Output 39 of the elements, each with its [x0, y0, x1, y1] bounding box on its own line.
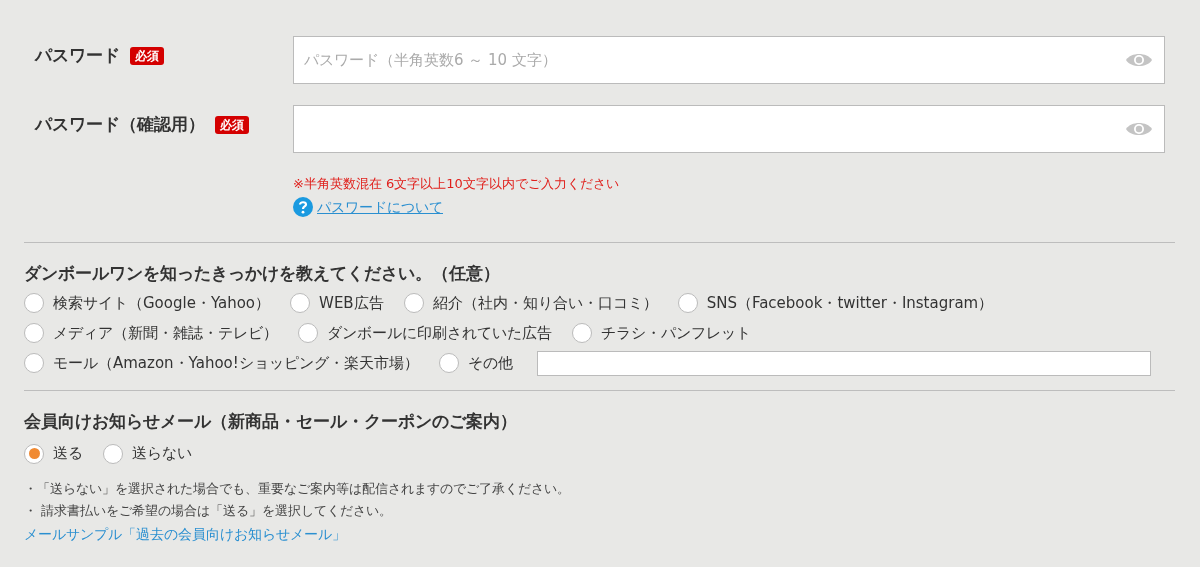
radio-button[interactable]	[103, 443, 123, 464]
field-label: パスワード（確認用）	[35, 112, 205, 136]
radio-label: ダンボールに印刷されていた広告	[327, 322, 552, 344]
radio-label: メディア（新聞・雑誌・テレビ）	[53, 322, 278, 344]
radio-label: モール（Amazon・Yahoo!ショッピング・楽天市場）	[53, 352, 419, 374]
other-input[interactable]	[536, 350, 1151, 376]
radio-label: 検索サイト（Google・Yahoo）	[53, 292, 271, 314]
section-heading: 会員向けお知らせメール（新商品・セール・クーポンのご案内）	[24, 410, 518, 433]
radio-button[interactable]	[290, 293, 311, 313]
required-badge: 必須	[215, 115, 249, 134]
radio-label: その他	[467, 352, 513, 374]
eye-icon[interactable]	[1125, 120, 1153, 138]
field-label: パスワード	[35, 43, 120, 67]
eye-icon[interactable]	[1125, 51, 1153, 69]
radio-label: WEB広告	[319, 292, 384, 314]
radio-button[interactable]	[572, 323, 592, 343]
section-heading: ダンボールワンを知ったきっかけを教えてください。（任意）	[24, 261, 501, 285]
password-field[interactable]	[293, 105, 1165, 153]
password-field[interactable]: パスワード（半角英数6 ～ 10 文字）	[293, 36, 1165, 84]
radio-label: SNS（Facebook・twitter・Instagram）	[706, 292, 994, 314]
radio-label: 送る	[53, 443, 83, 465]
note-text: ・「送らない」を選択された場合でも、重要なご案内等は配信されますのでご了承ください。	[24, 479, 571, 498]
radio-button[interactable]	[677, 293, 698, 313]
radio-button[interactable]	[24, 323, 44, 343]
radio-button[interactable]	[24, 443, 44, 464]
password-help-link[interactable]: パスワードについて	[317, 196, 443, 218]
radio-label: 送らない	[132, 443, 192, 465]
radio-label: 紹介（社内・知り合い・口コミ）	[432, 292, 658, 314]
help-icon	[293, 197, 313, 217]
password-hint: ※半角英数混在 6文字以上10文字以内でご入力ください	[293, 175, 620, 193]
radio-button[interactable]	[298, 323, 318, 343]
note-text: ・ 請求書払いをご希望の場合は「送る」を選択してください。	[24, 502, 394, 520]
radio-button[interactable]	[24, 353, 44, 373]
radio-label: チラシ・パンフレット	[601, 322, 751, 344]
required-badge: 必須	[130, 46, 164, 65]
radio-button[interactable]	[24, 293, 44, 313]
radio-button[interactable]	[438, 353, 459, 373]
mail-sample-link[interactable]: メールサンプル「過去の会員向けお知らせメール」	[24, 523, 346, 545]
radio-button[interactable]	[403, 293, 424, 313]
